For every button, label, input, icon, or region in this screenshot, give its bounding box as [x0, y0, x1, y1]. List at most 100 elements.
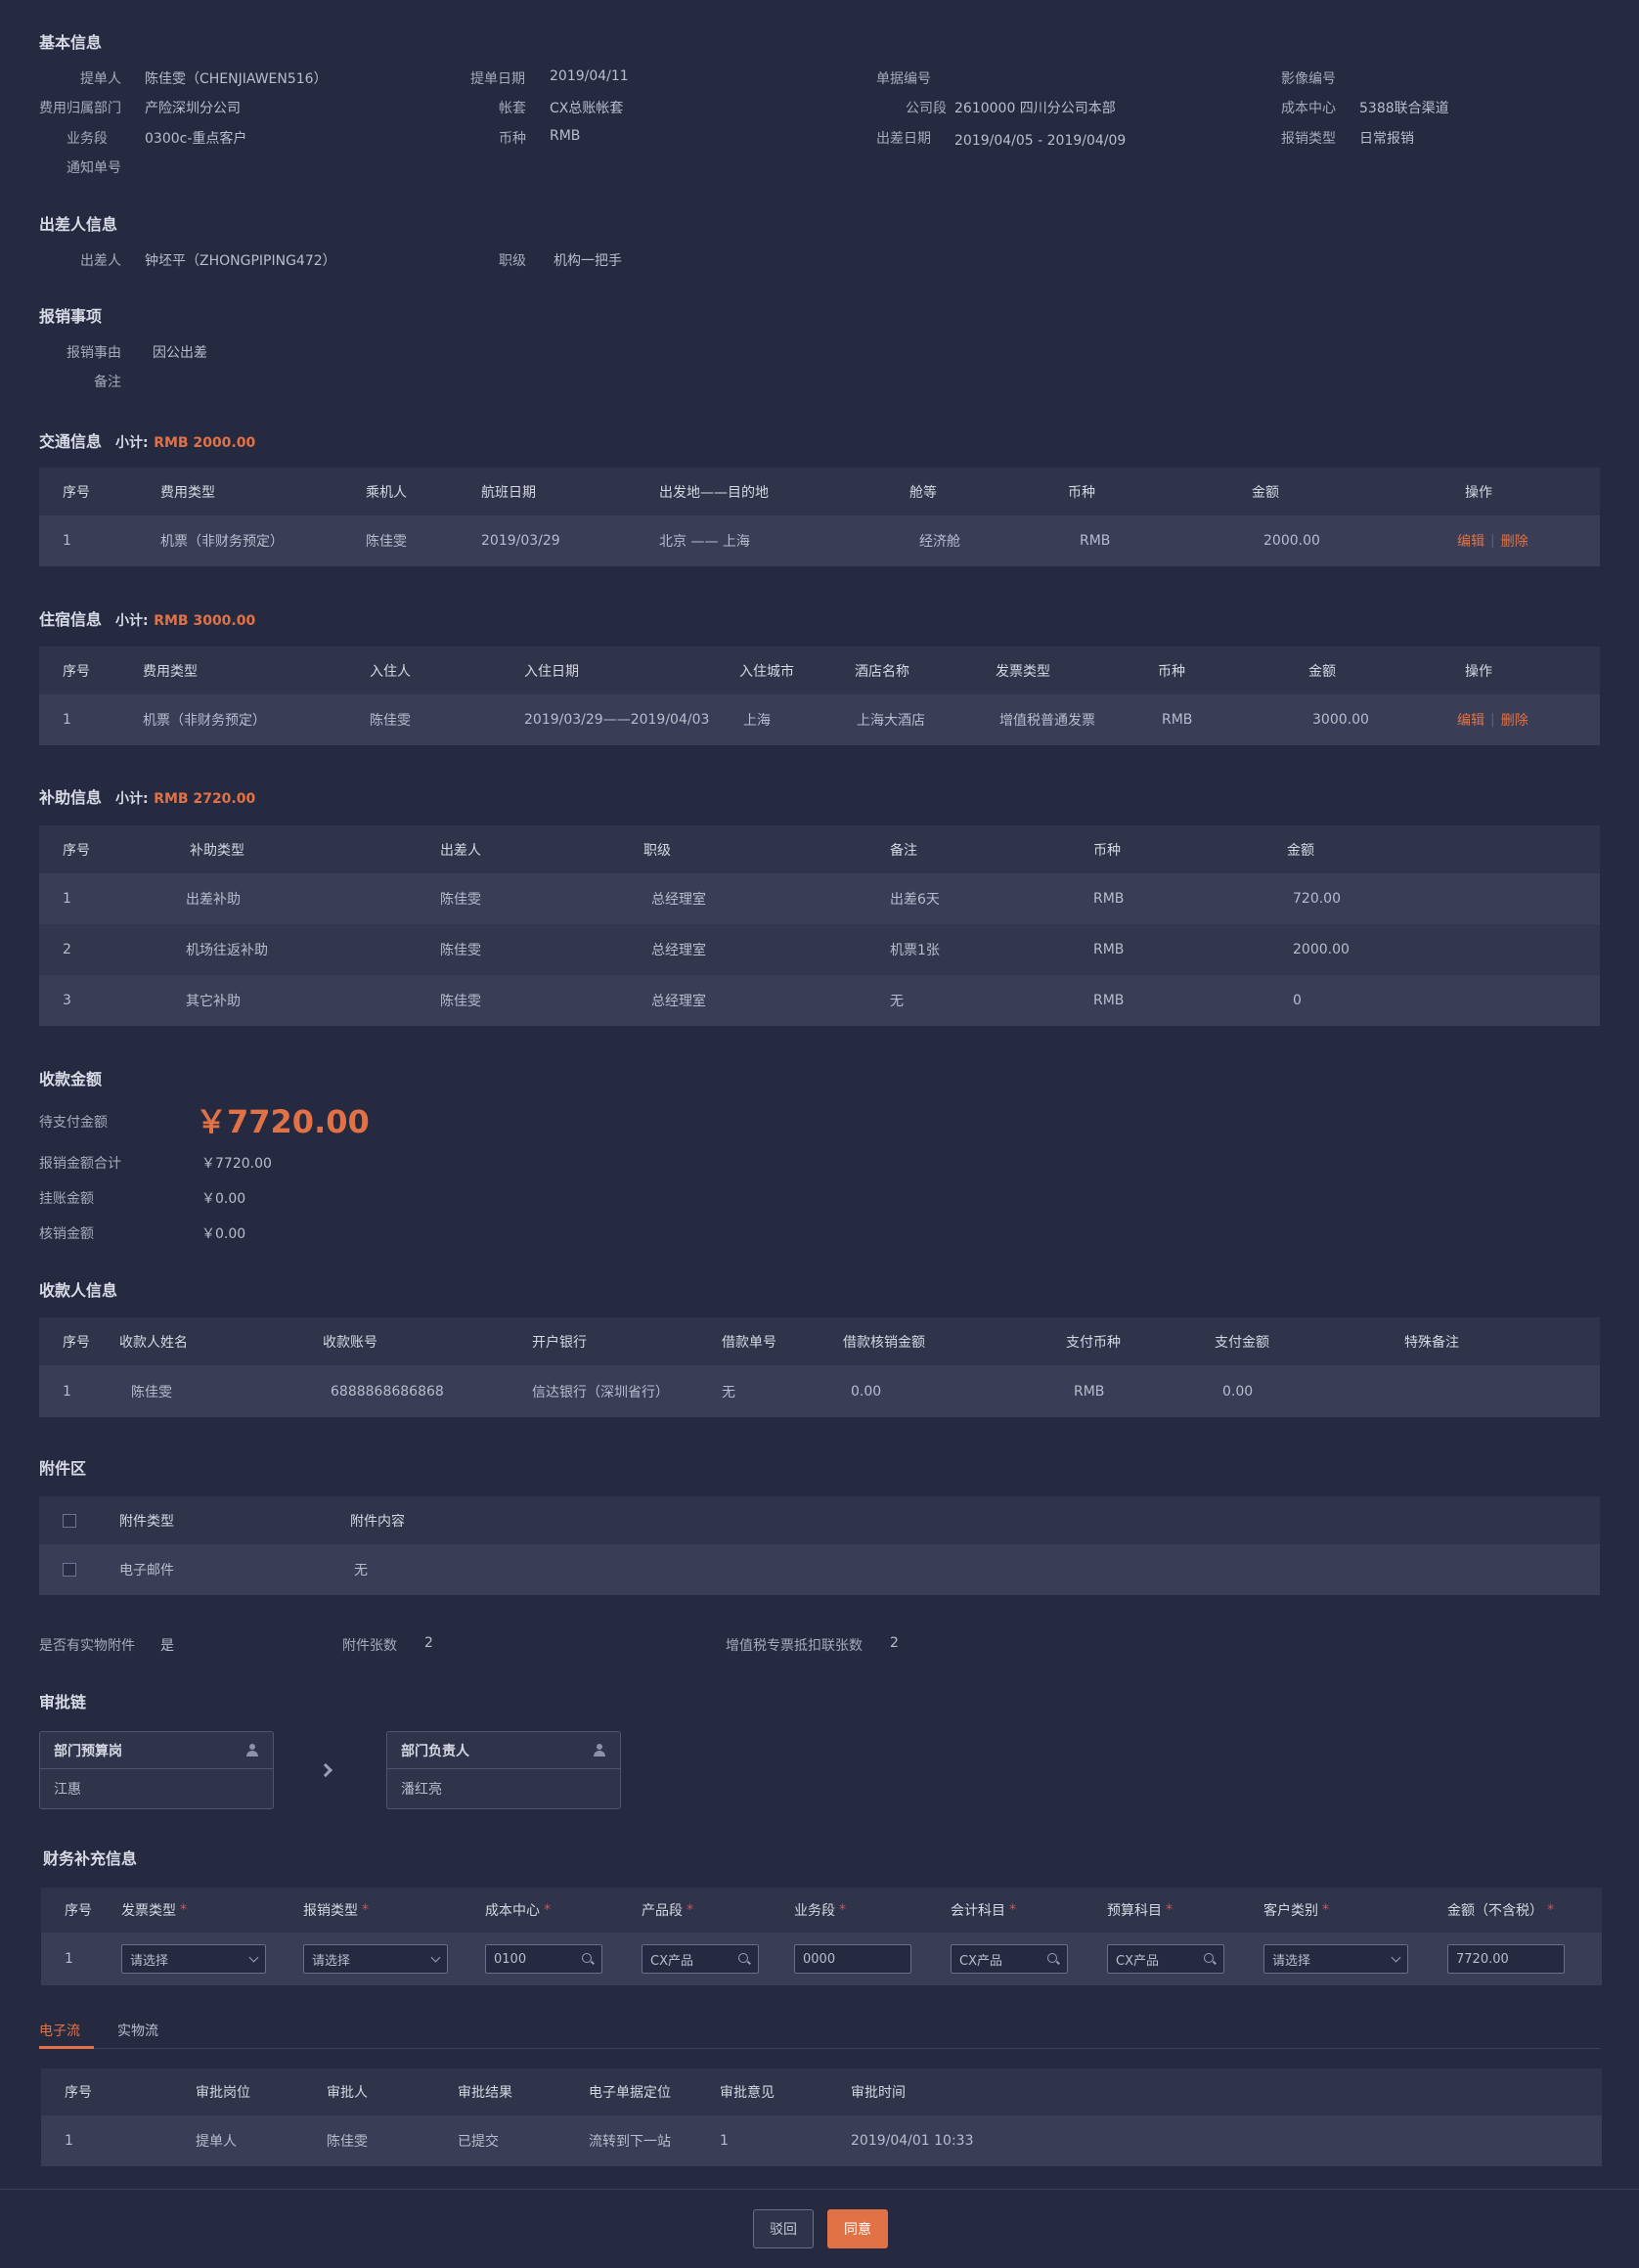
table-cell: 1	[63, 712, 71, 728]
delete-link[interactable]: 删除	[1501, 710, 1528, 730]
finance-title: 财务补充信息	[43, 1849, 138, 1868]
chevron-down-icon	[430, 1952, 441, 1962]
field-label: 通知单号	[66, 160, 121, 176]
search-icon[interactable]	[738, 1953, 750, 1965]
account-lookup[interactable]: CX产品	[951, 1944, 1068, 1974]
column-header-required: 产品段 *	[642, 1888, 693, 1933]
column-header: 费用类型	[143, 663, 198, 680]
edit-link[interactable]: 编辑	[1457, 710, 1484, 730]
column-header-required: 报销类型 *	[303, 1888, 369, 1933]
tab-divider	[39, 2048, 1600, 2049]
column-header: 入住城市	[739, 663, 794, 680]
table-header: 序号 审批岗位 审批人 审批结果 电子单据定位 审批意见 审批时间	[41, 2068, 1602, 2115]
delete-link[interactable]: 删除	[1501, 531, 1528, 551]
field-value: 2019/04/11	[550, 68, 629, 84]
approval-person: 潘红亮	[401, 1782, 442, 1798]
search-icon[interactable]	[582, 1953, 594, 1965]
table-cell: 出差6天	[890, 892, 940, 908]
table-cell: 机票1张	[890, 943, 940, 958]
subtotal-label: 小计:	[115, 613, 149, 629]
hang-amount-value: ￥0.00	[201, 1191, 246, 1207]
search-icon[interactable]	[1204, 1953, 1216, 1965]
column-header: 借款单号	[722, 1334, 776, 1351]
table-header: 序号 费用类型 乘机人 航班日期 出发地——目的地 舱等 币种 金额 操作	[39, 467, 1600, 515]
select-all-wrap	[63, 1496, 76, 1544]
subsidy-title-text: 补助信息	[39, 788, 103, 807]
table-cell: RMB	[1093, 993, 1125, 1008]
column-header: 操作	[1465, 484, 1492, 501]
required-mark: *	[687, 1902, 693, 1918]
column-header-text: 产品段	[642, 1903, 683, 1919]
table-cell: 电子邮件	[119, 1563, 174, 1579]
reimb-type-select[interactable]: 请选择	[303, 1944, 448, 1974]
required-mark: *	[839, 1902, 846, 1918]
field-value: 日常报销	[1359, 131, 1414, 147]
invoice-type-select[interactable]: 请选择	[121, 1944, 266, 1974]
attachment-title: 附件区	[39, 1459, 87, 1478]
column-header: 审批时间	[851, 2085, 906, 2101]
approve-button[interactable]: 同意	[827, 2209, 888, 2248]
transport-title-text: 交通信息	[39, 432, 103, 451]
tab-physical-flow[interactable]: 实物流	[117, 2021, 158, 2040]
column-header: 附件类型	[119, 1513, 174, 1530]
table-cell: 0.00	[851, 1383, 882, 1400]
select-all-checkbox[interactable]	[63, 1513, 76, 1528]
tab-electronic-flow[interactable]: 电子流	[39, 2021, 80, 2040]
column-header: 序号	[65, 1903, 92, 1919]
cost-center-lookup[interactable]: 0100	[485, 1944, 602, 1974]
reject-button[interactable]: 驳回	[753, 2209, 814, 2248]
total-amount-value: ￥7720.00	[201, 1156, 272, 1172]
chevron-down-icon	[1391, 1952, 1401, 1962]
row-checkbox[interactable]	[63, 1563, 76, 1577]
physical-attachment-value: 是	[160, 1638, 174, 1654]
customer-type-select[interactable]: 请选择	[1263, 1944, 1408, 1974]
row-select-wrap	[63, 1544, 76, 1595]
reimb-note-label: 备注	[94, 375, 121, 390]
column-header: 序号	[63, 842, 90, 859]
table-cell: 陈佳雯	[440, 892, 481, 908]
column-header: 酒店名称	[855, 663, 909, 680]
table-cell: 陈佳雯	[327, 2134, 368, 2150]
field-label: 单据编号	[876, 71, 931, 87]
column-header: 附件内容	[350, 1513, 405, 1530]
lodging-table: 序号 费用类型 入住人 入住日期 入住城市 酒店名称 发票类型 币种 金额 操作…	[39, 646, 1600, 745]
subsidy-subtotal: RMB 2720.00	[154, 791, 256, 807]
table-cell: 陈佳雯	[370, 713, 411, 729]
payee-title: 收款人信息	[39, 1281, 118, 1300]
required-mark: *	[362, 1902, 369, 1918]
table-cell: 陈佳雯	[366, 534, 407, 550]
column-header: 币种	[1158, 663, 1185, 680]
table-cell: 增值税普通发票	[999, 713, 1095, 729]
business-segment-input[interactable]: 0000	[794, 1944, 911, 1974]
table-cell: 上海	[743, 713, 771, 729]
table-cell: 经济舱	[919, 534, 960, 550]
column-header-text: 发票类型	[121, 1903, 176, 1919]
column-header: 舱等	[909, 484, 937, 501]
amount-input[interactable]: 7720.00	[1447, 1944, 1565, 1974]
chevron-down-icon	[248, 1952, 259, 1962]
table-cell: 3000.00	[1312, 712, 1369, 728]
approval-node-header: 部门预算岗	[40, 1732, 273, 1769]
column-header: 职级	[643, 842, 671, 859]
table-cell: 2019/04/01 10:33	[851, 2133, 974, 2149]
column-header: 出差人	[440, 842, 481, 859]
field-label: 成本中心	[1281, 101, 1336, 116]
row-actions: 编辑 | 删除	[1457, 515, 1528, 566]
column-header: 序号	[65, 2085, 92, 2101]
payee-table: 序号 收款人姓名 收款账号 开户银行 借款单号 借款核销金额 支付币种 支付金额…	[39, 1317, 1600, 1417]
subsidy-table: 序号 补助类型 出差人 职级 备注 币种 金额 1 出差补助 陈佳雯 总经理室 …	[39, 825, 1600, 1026]
search-icon[interactable]	[1047, 1953, 1059, 1965]
budget-lookup[interactable]: CX产品	[1107, 1944, 1224, 1974]
field-value: 陈佳雯（CHENJIAWEN516）	[145, 71, 328, 87]
table-cell: 陈佳雯	[440, 994, 481, 1009]
field-label: 提单日期	[470, 71, 525, 87]
edit-link[interactable]: 编辑	[1457, 531, 1484, 551]
table-row: 3 其它补助 陈佳雯 总经理室 无 RMB 0	[39, 975, 1600, 1026]
table-cell: 总经理室	[651, 943, 706, 958]
table-cell: 2019/03/29——2019/04/03	[524, 712, 710, 728]
approval-node: 部门预算岗 江惠	[39, 1731, 274, 1809]
product-lookup[interactable]: CX产品	[642, 1944, 759, 1974]
traveler-level-value: 机构一把手	[554, 253, 622, 269]
field-value: 5388联合渠道	[1359, 101, 1449, 116]
input-value: 0000	[803, 1951, 836, 1967]
